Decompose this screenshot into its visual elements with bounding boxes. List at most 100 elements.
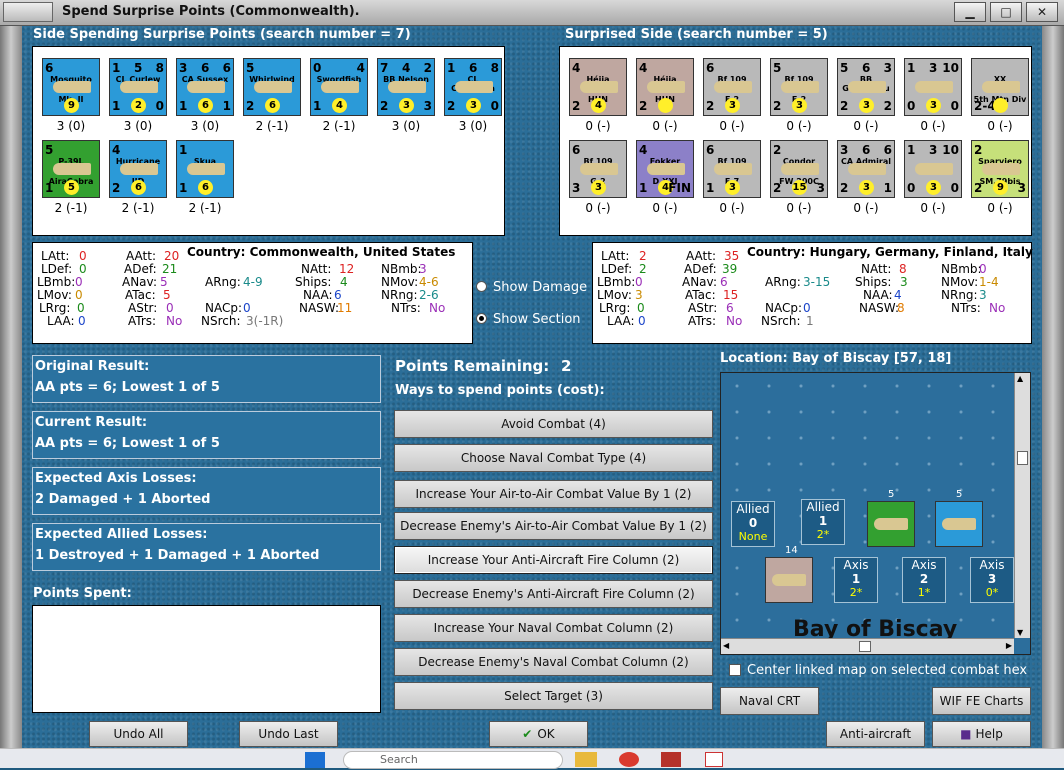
left-stat-nsrch: 3(-1R) bbox=[246, 314, 284, 328]
scroll-right-icon[interactable]: ▶ bbox=[1006, 641, 1012, 650]
unit-bottom-right: 1 bbox=[883, 181, 892, 195]
left-unit-counter[interactable]: 5 Whirlwind 2 6 bbox=[243, 58, 301, 116]
location-map[interactable]: Allied 0 None Allied 1 2* 5 5 14 Axis 1 … bbox=[720, 372, 1031, 655]
spend-option-button[interactable]: Increase Your Naval Combat Column (2) bbox=[394, 614, 713, 642]
unit-silhouette-icon bbox=[848, 81, 886, 93]
file-explorer-icon[interactable] bbox=[575, 752, 597, 767]
minimize-button[interactable]: ▁ bbox=[954, 2, 986, 22]
right-unit-counter[interactable]: 4FokkerD.XXI14FIN bbox=[636, 140, 694, 198]
undo-all-button[interactable]: Undo All bbox=[89, 721, 188, 747]
right-unit-counter[interactable]: 6Bf 109E-713 bbox=[703, 140, 761, 198]
close-button[interactable]: ✕ bbox=[1026, 2, 1058, 22]
spend-option-button[interactable]: Increase Your Anti-Aircraft Fire Column … bbox=[394, 546, 713, 574]
unit-top-right: 8 bbox=[155, 61, 164, 75]
unit-silhouette-icon bbox=[915, 163, 953, 175]
unit-bottom-mid: 9 bbox=[993, 180, 1008, 195]
left-unit-counter[interactable]: 4HurricaneIID26 bbox=[109, 140, 167, 198]
left-unit-counter[interactable]: 3 6 6 CA Sussex 1 6 1 bbox=[176, 58, 234, 116]
windows-start-icon[interactable] bbox=[305, 752, 325, 768]
title-bar: Spend Surprise Points (Commonwealth). ▁ … bbox=[0, 0, 1064, 26]
axis-section-2[interactable]: Axis 2 1* bbox=[902, 557, 946, 603]
axis-section-1[interactable]: Axis 1 2* bbox=[834, 557, 878, 603]
left-unit-caption: 3 (0) bbox=[391, 119, 421, 133]
axis-section-3[interactable]: Axis 3 0* bbox=[970, 557, 1014, 603]
left-unit-counter[interactable]: 6MosquitoMk. II9 bbox=[42, 58, 100, 116]
right-stat-label: ARng: bbox=[765, 275, 801, 289]
map-hscrollbar[interactable]: ◀ ▶ bbox=[721, 638, 1014, 654]
right-unit-counter[interactable]: 563BB Gneisenau232 bbox=[837, 58, 895, 116]
scroll-down-icon[interactable]: ▼ bbox=[1017, 628, 1023, 637]
unit-bottom-right: 1 bbox=[222, 99, 231, 113]
left-unit-counter[interactable]: 0 4 Swordfish 1 4 bbox=[310, 58, 368, 116]
left-stat-atac: 5 bbox=[163, 288, 171, 302]
right-stat-label: NRng: bbox=[941, 288, 978, 302]
spend-option-button[interactable]: Increase Your Air-to-Air Combat Value By… bbox=[394, 480, 713, 508]
right-unit-caption: 0 (-) bbox=[786, 201, 812, 215]
game-app-icon[interactable] bbox=[661, 752, 681, 767]
right-unit-counter[interactable]: 2SparvieroSM.79bis293 bbox=[971, 140, 1029, 198]
allied0-value: None bbox=[738, 530, 768, 543]
right-unit-counter[interactable]: 4HéjjaHUN2 bbox=[636, 58, 694, 116]
axis1-value: 2* bbox=[849, 586, 863, 599]
right-stat-label: ADef: bbox=[684, 262, 717, 276]
ok-button[interactable]: ✔ OK bbox=[489, 721, 588, 747]
hscroll-thumb[interactable] bbox=[859, 641, 871, 652]
current-result-title: Current Result: bbox=[35, 415, 148, 430]
allied-section-1[interactable]: Allied 1 2* bbox=[801, 499, 845, 545]
right-stat-label: NASW: bbox=[859, 301, 900, 315]
right-unit-counter[interactable]: 1 3 10 0 3 0 bbox=[904, 58, 962, 116]
spend-option-button[interactable]: Avoid Combat (4) bbox=[394, 410, 713, 438]
left-unit-counter[interactable]: 1 Skua 1 6 bbox=[176, 140, 234, 198]
left-unit-caption: 2 (-1) bbox=[255, 119, 289, 133]
right-unit-counter[interactable]: 1 3 10 0 3 0 bbox=[904, 140, 962, 198]
left-unit-counter[interactable]: 168CL Cleopatra230 bbox=[444, 58, 502, 116]
left-unit-counter[interactable]: 7 4 2 BB Nelson 2 3 3 bbox=[377, 58, 435, 116]
allied-section-0[interactable]: Allied 0 None bbox=[731, 501, 775, 547]
taskbar-search[interactable]: Search bbox=[343, 751, 563, 769]
left-unit-counter[interactable]: 5P-39LAiraCobra15 bbox=[42, 140, 100, 198]
left-unit-counter[interactable]: 1 5 8 CL Curlew 1 2 0 bbox=[109, 58, 167, 116]
ways-to-spend-label: Ways to spend points (cost): bbox=[395, 383, 605, 398]
right-unit-counter[interactable]: 5Bf 109E-223 bbox=[770, 58, 828, 116]
unit-bottom-mid: 3 bbox=[725, 180, 740, 195]
unit-bottom-mid: 3 bbox=[399, 98, 414, 113]
center-map-checkbox[interactable]: Center linked map on selected combat hex bbox=[729, 663, 1027, 678]
spend-option-button[interactable]: Select Target (3) bbox=[394, 682, 713, 710]
spend-option-button[interactable]: Choose Naval Combat Type (4) bbox=[394, 444, 713, 472]
spend-option-button[interactable]: Decrease Enemy's Anti-Aircraft Fire Colu… bbox=[394, 580, 713, 608]
unit-top-left: 5 bbox=[45, 143, 54, 157]
unit-bottom-mid: 3 bbox=[859, 180, 874, 195]
map-unit-p39[interactable] bbox=[867, 501, 915, 547]
system-menu-button[interactable] bbox=[3, 2, 53, 22]
anti-aircraft-crt-button[interactable]: Anti-aircraft CRT bbox=[826, 721, 925, 765]
unit-silhouette-icon bbox=[781, 81, 819, 93]
right-unit-counter[interactable]: 6Bf 109F-223 bbox=[703, 58, 761, 116]
right-unit-counter[interactable]: 4HéjjaHUN24 bbox=[569, 58, 627, 116]
show-damage-radio[interactable]: Show Damage bbox=[476, 280, 587, 295]
map-vscrollbar[interactable]: ▲ ▼ bbox=[1014, 373, 1030, 638]
points-spent-list[interactable] bbox=[32, 605, 381, 713]
right-stat-laa: 0 bbox=[638, 314, 646, 328]
show-section-radio[interactable]: Show Section bbox=[476, 312, 581, 327]
vscroll-thumb[interactable] bbox=[1017, 451, 1028, 465]
maximize-button[interactable]: □ bbox=[990, 2, 1022, 22]
undo-last-button[interactable]: Undo Last bbox=[239, 721, 338, 747]
unit-top-left: 6 bbox=[572, 143, 581, 157]
unit-silhouette-icon bbox=[848, 163, 886, 175]
help-button[interactable]: ■ Help bbox=[932, 721, 1031, 747]
wif-fe-charts-button[interactable]: WIF FE Charts bbox=[932, 687, 1031, 715]
right-unit-caption: 0 (-) bbox=[987, 119, 1013, 133]
calendar-app-icon[interactable] bbox=[705, 752, 723, 767]
map-unit-hejja[interactable] bbox=[765, 557, 813, 603]
spend-option-button[interactable]: Decrease Enemy's Naval Combat Column (2) bbox=[394, 648, 713, 676]
right-unit-counter[interactable]: 6Bf 109G-233 bbox=[569, 140, 627, 198]
naval-crt-button[interactable]: Naval CRT bbox=[720, 687, 819, 715]
right-unit-counter[interactable]: 366CA Admiral Hipper231 bbox=[837, 140, 895, 198]
scroll-left-icon[interactable]: ◀ bbox=[723, 641, 729, 650]
spend-option-button[interactable]: Decrease Enemy's Air-to-Air Combat Value… bbox=[394, 512, 713, 540]
map-unit-mosquito[interactable] bbox=[935, 501, 983, 547]
right-unit-counter[interactable]: 2 Condor FW 200C 2 15 3 bbox=[770, 140, 828, 198]
right-unit-counter[interactable]: XX5th Mtn Div2-4 bbox=[971, 58, 1029, 116]
scroll-up-icon[interactable]: ▲ bbox=[1017, 374, 1023, 383]
chrome-icon[interactable] bbox=[619, 752, 639, 767]
